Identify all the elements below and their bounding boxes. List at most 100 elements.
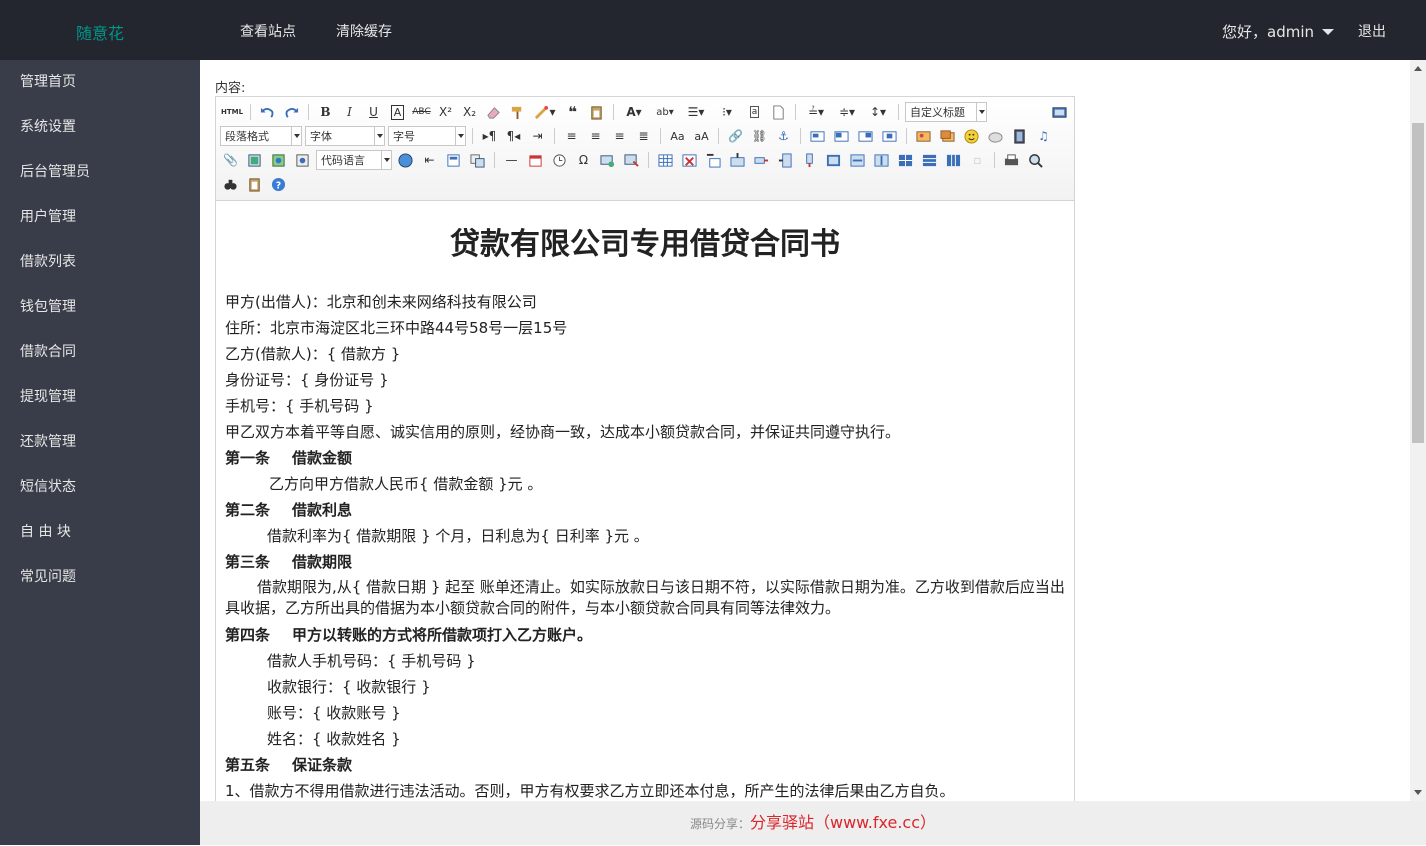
horizontal-rule-icon[interactable]: — [501,150,522,170]
ordered-list-icon[interactable]: ☰▾ [682,102,710,122]
align-left-icon[interactable]: ≡ [561,126,582,146]
sidebar-item-settings[interactable]: 系统设置 [0,105,200,150]
bold-icon[interactable]: B [315,102,336,122]
image-none-icon[interactable] [807,126,828,146]
gmap-icon[interactable] [292,150,313,170]
web-app-icon[interactable] [395,150,416,170]
merge-right-icon[interactable] [847,150,868,170]
search-replace-icon[interactable] [220,174,241,194]
sidebar-item-loans[interactable]: 借款列表 [0,240,200,285]
preview-icon[interactable] [1025,150,1046,170]
print-icon[interactable] [1001,150,1022,170]
insert-row-icon[interactable] [727,150,748,170]
font-border-icon[interactable]: A [387,102,408,122]
split-cols-icon[interactable] [943,150,964,170]
row-spacing-top-icon[interactable]: ≟▾ [802,102,830,122]
sidebar-item-admins[interactable]: 后台管理员 [0,150,200,195]
page-scrollbar[interactable] [1410,60,1426,801]
app-logo[interactable]: 随意花 [76,20,124,44]
merge-cells-icon[interactable] [823,150,844,170]
sidebar-item-withdraw[interactable]: 提现管理 [0,375,200,420]
logout-link[interactable]: 退出 [1358,21,1386,41]
delete-col-icon[interactable] [799,150,820,170]
sidebar-item-wallet[interactable]: 钱包管理 [0,285,200,330]
align-right-icon[interactable]: ≡ [609,126,630,146]
sidebar-item-free-block[interactable]: 自 由 块 [0,510,200,555]
merge-down-icon[interactable] [871,150,892,170]
scrollbar-thumb[interactable] [1412,123,1424,443]
image-center-icon[interactable] [879,126,900,146]
indent-icon[interactable]: ⇥ [527,126,548,146]
to-lowercase-icon[interactable]: aA [691,126,712,146]
align-center-icon[interactable]: ≡ [585,126,606,146]
italic-icon[interactable]: I [339,102,360,122]
custom-title-select[interactable]: 自定义标题 [905,102,987,122]
blockquote-icon[interactable]: ❝ [562,102,583,122]
unlink-icon[interactable]: ⛓ [749,126,770,146]
multi-image-icon[interactable] [937,126,958,146]
scroll-up-icon[interactable] [1414,66,1422,71]
image-left-icon[interactable] [831,126,852,146]
insert-image-icon[interactable] [913,126,934,146]
highlight-color-icon[interactable]: ab▾ [651,102,679,122]
underline-icon[interactable]: U [363,102,384,122]
emotion-icon[interactable] [961,126,982,146]
select-all-icon[interactable]: a [744,102,765,122]
split-cells-icon[interactable] [895,150,916,170]
page-break-icon[interactable]: ⇤ [419,150,440,170]
fullscreen-icon[interactable] [1049,102,1070,122]
subscript-icon[interactable]: X₂ [459,102,480,122]
insert-video-icon[interactable] [1009,126,1030,146]
unordered-list-icon[interactable]: ⁝▾ [713,102,741,122]
drafts-icon[interactable] [244,174,265,194]
scroll-down-icon[interactable] [1414,790,1422,795]
map-icon[interactable] [268,150,289,170]
help-icon[interactable]: ? [268,174,289,194]
insert-table-icon[interactable] [655,150,676,170]
format-painter-icon[interactable] [507,102,528,122]
font-color-icon[interactable]: A▾ [620,102,648,122]
attachment-icon[interactable]: 📎 [220,150,241,170]
sidebar-item-contract[interactable]: 借款合同 [0,330,200,375]
snapscreen-icon[interactable] [597,150,618,170]
insert-paragraph-before-table-icon[interactable] [703,150,724,170]
delete-table-icon[interactable] [679,150,700,170]
background-icon[interactable] [467,150,488,170]
undo-icon[interactable] [257,102,278,122]
font-size-select[interactable]: 字号 [388,126,466,146]
redo-icon[interactable] [281,102,302,122]
user-menu[interactable]: 您好，admin [1222,21,1334,42]
sidebar-item-repayment[interactable]: 还款管理 [0,420,200,465]
insert-date-icon[interactable] [525,150,546,170]
sidebar-item-users[interactable]: 用户管理 [0,195,200,240]
eraser-icon[interactable] [483,102,504,122]
paragraph-format-select[interactable]: 段落格式 [220,126,302,146]
font-family-select[interactable]: 字体 [305,126,385,146]
chart-icon[interactable]: ▫ [967,150,988,170]
paste-plain-icon[interactable] [586,102,607,122]
editor-body[interactable]: 贷款有限公司专用借贷合同书 甲方(出借人)：北京和创未来网络科技有限公司 住所：… [216,201,1074,801]
insert-frame-icon[interactable] [244,150,265,170]
superscript-icon[interactable]: X² [435,102,456,122]
anchor-icon[interactable]: ⚓ [773,126,794,146]
insert-time-icon[interactable] [549,150,570,170]
link-icon[interactable]: 🔗 [725,126,746,146]
autotypeset-icon[interactable]: ▾ [531,102,559,122]
sidebar-item-faq[interactable]: 常见问题 [0,555,200,600]
line-height-icon[interactable]: ↕▾ [864,102,892,122]
row-spacing-bottom-icon[interactable]: ≑▾ [833,102,861,122]
html-source-icon[interactable]: HTML [220,102,244,122]
align-justify-icon[interactable]: ≣ [633,126,654,146]
code-language-select[interactable]: 代码语言 [316,150,392,170]
scrawl-icon[interactable] [985,126,1006,146]
insert-col-icon[interactable] [775,150,796,170]
rtl-icon[interactable]: ¶◂ [503,126,524,146]
music-icon[interactable]: ♫ [1033,126,1054,146]
ltr-icon[interactable]: ▸¶ [479,126,500,146]
view-site-link[interactable]: 查看站点 [240,21,296,41]
word-image-icon[interactable] [621,150,642,170]
template-icon[interactable] [443,150,464,170]
strikethrough-icon[interactable]: ABC [411,102,432,122]
special-chars-icon[interactable]: Ω [573,150,594,170]
clear-cache-link[interactable]: 清除缓存 [336,21,392,41]
